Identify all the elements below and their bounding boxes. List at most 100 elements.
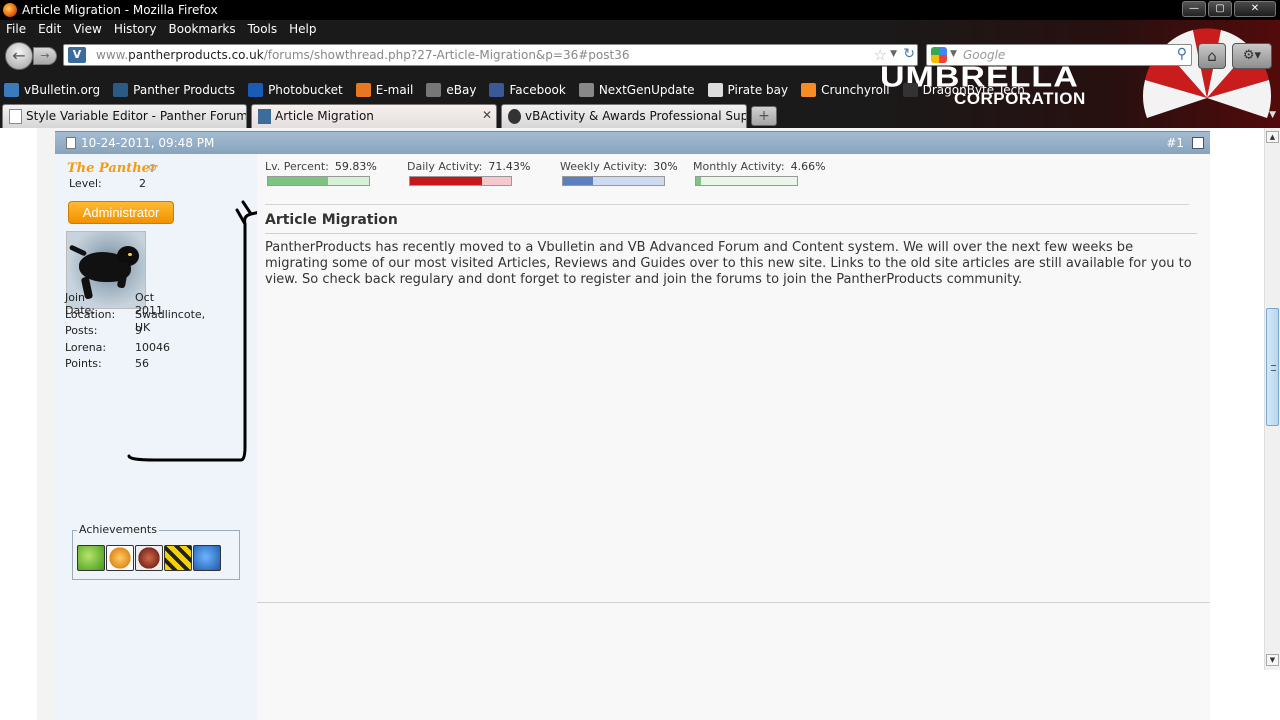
post-body: PantherProducts has recently moved to a … [265, 240, 1192, 287]
tab-style-variable-editor[interactable]: Style Variable Editor - Panther Forum... [2, 104, 247, 128]
achievement-blue-bird-icon[interactable] [193, 545, 221, 571]
divider [265, 204, 1189, 205]
bookmark-item[interactable]: NextGenUpdate [575, 80, 695, 100]
minimize-button[interactable]: — [1182, 1, 1206, 17]
activity-stat: Weekly Activity: 30% [560, 160, 678, 173]
bookmark-item[interactable]: Pirate bay [704, 80, 788, 100]
activity-label: Monthly Activity: [693, 160, 785, 173]
menu-view[interactable]: View [67, 20, 107, 40]
post-content: Lv. Percent: 59.83% Daily Activity: 71.43% W… [257, 154, 1210, 720]
window-controls: — ▢ ✕ [1182, 1, 1276, 17]
pirate-icon [707, 83, 723, 97]
maximize-button[interactable]: ▢ [1208, 1, 1232, 17]
title-bar: Article Migration - Mozilla Firefox — ▢ … [0, 0, 1280, 20]
home-button[interactable]: ⌂ [1198, 43, 1226, 69]
menu-edit[interactable]: Edit [32, 20, 67, 40]
search-icon[interactable]: ⚲ [1177, 46, 1187, 62]
tab-label: vBActivity & Awards Professional Sup... [525, 109, 747, 123]
achievement-badges [77, 545, 221, 571]
back-button[interactable]: ← [5, 42, 33, 70]
menu-bookmarks[interactable]: Bookmarks [163, 20, 242, 40]
post-select-checkbox[interactable] [1192, 137, 1204, 149]
firefox-icon [3, 3, 17, 17]
bookmark-item[interactable]: E-mail [352, 80, 414, 100]
url-bar[interactable]: V www.pantherproducts.co.uk/forums/showt… [63, 44, 918, 66]
bookmarks-toolbar: vBulletin.org Panther Products Photobucket… [0, 80, 1034, 100]
post-date: 10-24-2011, 09:48 PM [81, 136, 215, 150]
activity-progress-bar [562, 176, 665, 186]
gear-icon: ⚙▾ [1242, 48, 1262, 63]
post-document-icon [66, 137, 76, 149]
close-tab-icon[interactable]: ✕ [482, 108, 492, 122]
bookmark-label: Crunchyroll [821, 83, 890, 97]
vertical-scrollbar[interactable]: ▲ ▼ [1264, 128, 1280, 670]
bookmark-item[interactable]: Panther Products [109, 80, 235, 100]
bookmark-item[interactable]: Photobucket [244, 80, 343, 100]
bookmark-label: eBay [446, 83, 477, 97]
forward-button[interactable]: → [33, 47, 57, 65]
activity-stat: Daily Activity: 71.43% [407, 160, 530, 173]
bookmark-item[interactable]: Facebook [485, 80, 566, 100]
achievements-box: Achievements [72, 523, 240, 580]
scrollbar-thumb[interactable] [1266, 308, 1279, 426]
activity-progress-bar [695, 176, 798, 186]
photobucket-icon [248, 83, 264, 97]
dragonbyte-tab-icon [508, 109, 521, 124]
site-identity-icon[interactable]: V [68, 47, 86, 63]
achievement-leaf-icon[interactable] [77, 545, 105, 571]
vb-icon [4, 83, 19, 97]
tab-label: Style Variable Editor - Panther Forum... [26, 109, 247, 123]
crunchyroll-icon [801, 83, 817, 97]
activity-stat: Lv. Percent: 59.83% [265, 160, 377, 173]
tab-article-migration[interactable]: Article Migration ✕ [251, 104, 497, 128]
search-placeholder[interactable]: Google [963, 48, 1005, 62]
post-title: Article Migration [265, 212, 398, 228]
achievement-bee-icon[interactable] [164, 545, 192, 571]
activity-label: Daily Activity: [407, 160, 483, 173]
level-label: Level: [69, 177, 102, 190]
bookmark-label: E-mail [375, 83, 414, 97]
activity-progress-fill [696, 177, 701, 185]
bookmark-item[interactable]: DragonByte Tech [899, 80, 1025, 100]
user-info-panel: The Panther Level: 2 Administrator Join … [55, 154, 262, 720]
reload-icon[interactable]: ↻ [903, 46, 915, 62]
search-engine-dropdown-icon[interactable]: ▼ [950, 49, 957, 59]
activity-progress-fill [410, 177, 483, 185]
ebay-icon [426, 83, 442, 97]
activity-progress-bar [409, 176, 512, 186]
activity-stats: Lv. Percent: 59.83% Daily Activity: 71.43% W… [265, 160, 845, 190]
post-number-link[interactable]: #1 [1166, 136, 1184, 150]
bookmark-star-icon[interactable]: ☆ [874, 46, 887, 64]
url-history-dropdown-icon[interactable]: ▼ [890, 49, 897, 59]
achievement-orange-critter-icon[interactable] [106, 545, 134, 571]
tab-list-icon[interactable]: ▼ [1269, 110, 1276, 120]
scroll-up-icon[interactable]: ▲ [1266, 131, 1279, 143]
scroll-down-icon[interactable]: ▼ [1266, 654, 1279, 666]
menu-tools[interactable]: Tools [242, 20, 284, 40]
activity-progress-fill [268, 177, 329, 185]
search-bar[interactable]: ▼ Google ⚲ [926, 44, 1192, 66]
menu-file[interactable]: File [0, 20, 32, 40]
bookmark-item[interactable]: vBulletin.org [0, 80, 100, 100]
google-icon[interactable] [931, 47, 947, 63]
username-link[interactable]: The Panther [67, 161, 157, 176]
page-viewport: 10-24-2011, 09:48 PM #1 The Panther Leve… [0, 128, 1280, 720]
back-arrow-icon: ← [12, 46, 26, 65]
achievement-monster-icon[interactable] [135, 545, 163, 571]
administrator-rank-badge: Administrator [68, 201, 174, 224]
close-window-button[interactable]: ✕ [1234, 1, 1276, 17]
menu-history[interactable]: History [108, 20, 163, 40]
bookmark-item[interactable]: Crunchyroll [797, 80, 890, 100]
addons-button[interactable]: ⚙▾ [1232, 43, 1272, 69]
activity-value: 4.66% [790, 160, 826, 173]
bookmark-label: NextGenUpdate [598, 83, 695, 97]
activity-value: 59.83% [334, 160, 377, 173]
menu-help[interactable]: Help [283, 20, 322, 40]
activity-stat: Monthly Activity: 4.66% [693, 160, 826, 173]
tab-vbactivity-awards[interactable]: vBActivity & Awards Professional Sup... [501, 104, 747, 128]
url-text[interactable]: www.pantherproducts.co.uk/forums/showthr… [96, 48, 629, 62]
bookmark-label: DragonByte Tech [922, 83, 1025, 97]
level-value: 2 [139, 177, 146, 190]
bookmark-item[interactable]: eBay [422, 80, 476, 100]
new-tab-button[interactable]: + [751, 106, 777, 126]
